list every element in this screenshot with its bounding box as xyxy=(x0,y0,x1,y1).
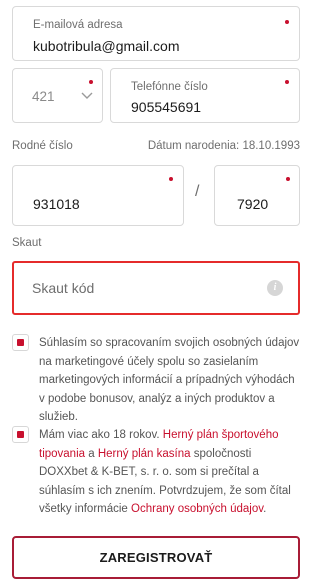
birth-number-part2-field[interactable]: 7920 xyxy=(214,165,300,226)
age-terms-text: Mám viac ako 18 rokov. Herný plán športo… xyxy=(39,426,303,519)
age-terms-checkbox[interactable] xyxy=(12,426,29,443)
casino-plan-link[interactable]: Herný plán kasína xyxy=(98,448,191,460)
privacy-policy-link[interactable]: Ochrany osobných údajov xyxy=(131,503,263,515)
required-dot-icon xyxy=(285,20,289,24)
age-terms-text-part: a xyxy=(85,447,98,460)
scout-code-placeholder: Skaut kód xyxy=(32,280,95,296)
required-dot-icon xyxy=(89,80,93,84)
phone-label: Telefónne číslo xyxy=(131,81,208,93)
age-terms-text-part: Mám viac ako 18 rokov. xyxy=(39,429,163,441)
email-field[interactable]: E-mailová adresa kubotribula@gmail.com xyxy=(12,6,300,61)
required-dot-icon xyxy=(169,177,173,181)
age-terms-text-part: . xyxy=(263,503,267,515)
scout-label: Skaut xyxy=(12,237,42,249)
birth-number-separator: / xyxy=(195,183,200,200)
phone-prefix-value: 421 xyxy=(32,89,55,104)
email-label: E-mailová adresa xyxy=(33,19,123,31)
phone-field[interactable]: Telefónne číslo 905545691 xyxy=(110,68,300,123)
phone-prefix-select[interactable]: 421 xyxy=(12,68,103,123)
date-of-birth-label: Dátum narodenia: 18.10.1993 xyxy=(147,140,300,152)
birth-number-part1-value: 931018 xyxy=(33,196,80,212)
chevron-down-icon xyxy=(81,92,93,99)
register-button[interactable]: ZAREGISTROVAŤ xyxy=(12,536,300,579)
birth-number-label: Rodné číslo xyxy=(12,140,73,152)
email-value: kubotribula@gmail.com xyxy=(33,38,180,54)
required-dot-icon xyxy=(285,80,289,84)
required-dot-icon xyxy=(286,177,290,181)
info-icon[interactable]: i xyxy=(267,280,283,296)
phone-value: 905545691 xyxy=(131,99,202,115)
marketing-consent-checkbox[interactable] xyxy=(12,334,29,351)
birth-number-part1-field[interactable]: 931018 xyxy=(12,165,184,226)
marketing-consent-text: Súhlasím so spracovaním svojich osobných… xyxy=(39,337,300,423)
birth-number-part2-value: 7920 xyxy=(237,196,269,212)
scout-code-input[interactable]: Skaut kód i xyxy=(12,261,300,315)
